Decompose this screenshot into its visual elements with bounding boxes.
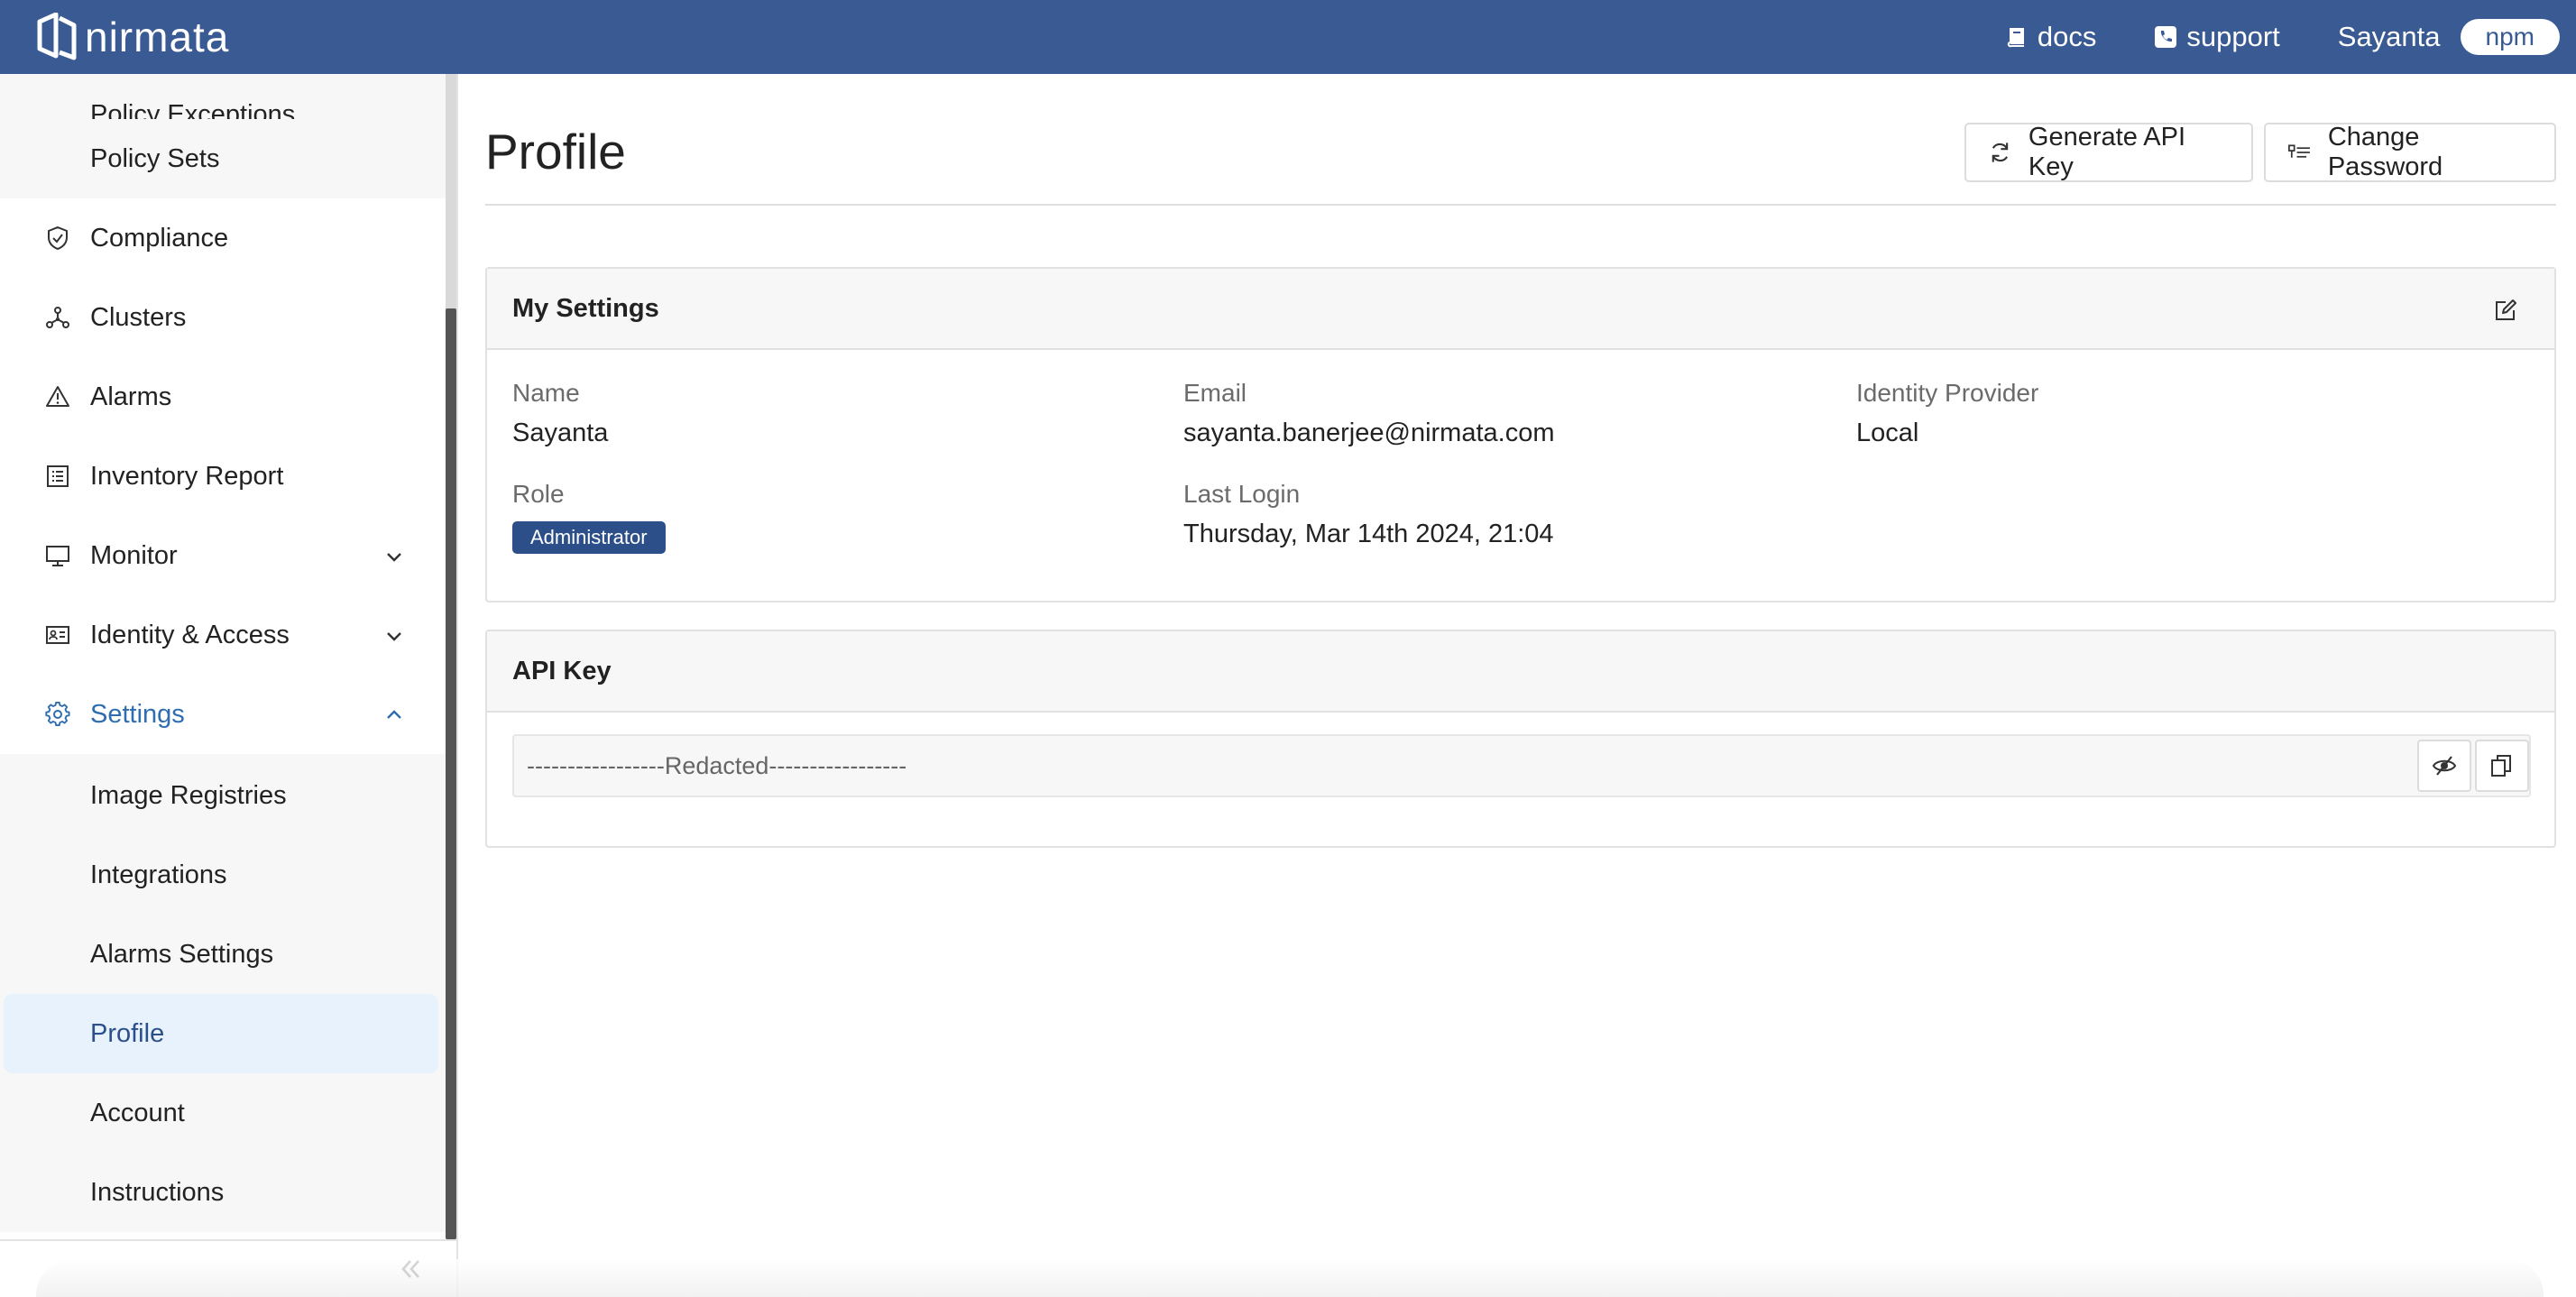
user-name[interactable]: Sayanta	[2338, 21, 2441, 53]
my-settings-header: My Settings	[487, 269, 2554, 350]
api-key-value: -----------------Redacted---------------…	[527, 752, 907, 779]
title-divider	[485, 204, 2556, 206]
brand-name: nirmata	[85, 14, 230, 60]
api-key-title: API Key	[512, 656, 612, 685]
sidebar-item-profile[interactable]: Profile	[4, 994, 438, 1073]
identity-provider-value: Local	[1856, 419, 1919, 447]
chevron-down-icon	[387, 632, 401, 641]
sidebar-item-alarms[interactable]: Alarms	[0, 357, 446, 437]
top-navbar: nirmata docs support Sayanta npm	[0, 0, 2576, 74]
bottom-edge	[36, 1259, 2544, 1297]
api-key-field[interactable]: -----------------Redacted---------------…	[512, 734, 2531, 797]
support-label: support	[2186, 21, 2280, 52]
generate-api-key-button[interactable]: Generate API Key	[1964, 123, 2253, 182]
phone-icon	[2155, 26, 2177, 48]
identity-provider-field: Identity Provider Local	[1856, 379, 2038, 448]
my-settings-card: My Settings Name Sayanta Email sayanta.b…	[485, 267, 2556, 603]
sidebar: Policy Exceptions Policy Sets Compliance…	[0, 74, 446, 1239]
settings-subnav: Image Registries Integrations Alarms Set…	[0, 754, 446, 1232]
role-badge: Administrator	[512, 521, 666, 554]
password-icon	[2288, 144, 2310, 158]
last-login-value: Thursday, Mar 14th 2024, 21:04	[1183, 520, 1554, 548]
sidebar-item-inventory-report[interactable]: Inventory Report	[0, 437, 446, 516]
sidebar-item-clusters[interactable]: Clusters	[0, 278, 446, 357]
toggle-visibility-button[interactable]	[2417, 740, 2471, 792]
api-key-card: API Key -----------------Redacted-------…	[485, 630, 2556, 848]
edit-icon[interactable]	[2493, 298, 2518, 323]
last-login-label: Last Login	[1183, 480, 1301, 508]
email-value: sayanta.banerjee@nirmata.com	[1183, 419, 1555, 447]
change-password-label: Change Password	[2327, 123, 2443, 181]
nirmata-logo-icon	[37, 13, 77, 60]
role-field: Role Administrator	[512, 480, 666, 554]
sidebar-item-compliance[interactable]: Compliance	[0, 198, 446, 278]
chevron-up-icon	[387, 710, 401, 719]
my-settings-title: My Settings	[512, 293, 659, 323]
id-card-icon	[46, 626, 69, 644]
shield-check-icon	[48, 225, 68, 251]
sidebar-item-policy-exceptions[interactable]: Policy Exceptions	[0, 74, 446, 119]
chevron-down-icon	[387, 553, 401, 562]
generate-api-key-label: Generate API Key	[2028, 123, 2186, 181]
sidebar-item-image-registries[interactable]: Image Registries	[0, 756, 446, 835]
sidebar-item-alarms-settings[interactable]: Alarms Settings	[0, 915, 446, 994]
sidebar-divider	[456, 74, 458, 1297]
sidebar-item-integrations[interactable]: Integrations	[0, 835, 446, 915]
gear-icon	[45, 702, 70, 726]
policies-subnav: Policy Exceptions Policy Sets	[0, 74, 446, 198]
email-label: Email	[1183, 379, 1247, 407]
monitor-icon	[46, 546, 69, 566]
cluster-icon	[46, 307, 69, 328]
copy-api-key-button[interactable]	[2475, 740, 2529, 792]
last-login-field: Last Login Thursday, Mar 14th 2024, 21:0…	[1183, 480, 1554, 549]
sidebar-item-account[interactable]: Account	[0, 1073, 446, 1153]
refresh-icon	[1992, 143, 2009, 162]
sidebar-item-instructions[interactable]: Instructions	[0, 1153, 446, 1232]
sidebar-scrollbar-thumb[interactable]	[446, 308, 456, 1239]
api-key-header: API Key	[487, 631, 2554, 713]
sidebar-item-identity-access[interactable]: Identity & Access	[0, 595, 446, 675]
list-report-icon	[47, 465, 69, 487]
name-field: Name Sayanta	[512, 379, 608, 448]
change-password-button[interactable]: Change Password	[2264, 123, 2556, 182]
role-label: Role	[512, 480, 565, 508]
sidebar-item-monitor[interactable]: Monitor	[0, 516, 446, 595]
eye-slash-icon	[2432, 756, 2457, 776]
docs-link[interactable]: docs	[2005, 21, 2096, 53]
support-link[interactable]: support	[2154, 21, 2280, 53]
name-label: Name	[512, 379, 580, 407]
copy-icon	[2491, 755, 2511, 777]
warning-icon	[46, 386, 69, 407]
sidebar-item-policy-sets[interactable]: Policy Sets	[0, 119, 446, 198]
tenant-badge[interactable]: npm	[2460, 19, 2560, 55]
book-icon	[2007, 28, 2024, 48]
identity-provider-label: Identity Provider	[1856, 379, 2039, 407]
nirmata-logo[interactable]: nirmata	[34, 9, 229, 65]
sidebar-scrollbar[interactable]	[446, 74, 456, 1239]
page-title: Profile	[485, 124, 626, 179]
email-field: Email sayanta.banerjee@nirmata.com	[1183, 379, 1554, 448]
sidebar-item-settings[interactable]: Settings	[0, 675, 446, 754]
docs-label: docs	[2037, 21, 2097, 52]
name-value: Sayanta	[512, 419, 609, 447]
